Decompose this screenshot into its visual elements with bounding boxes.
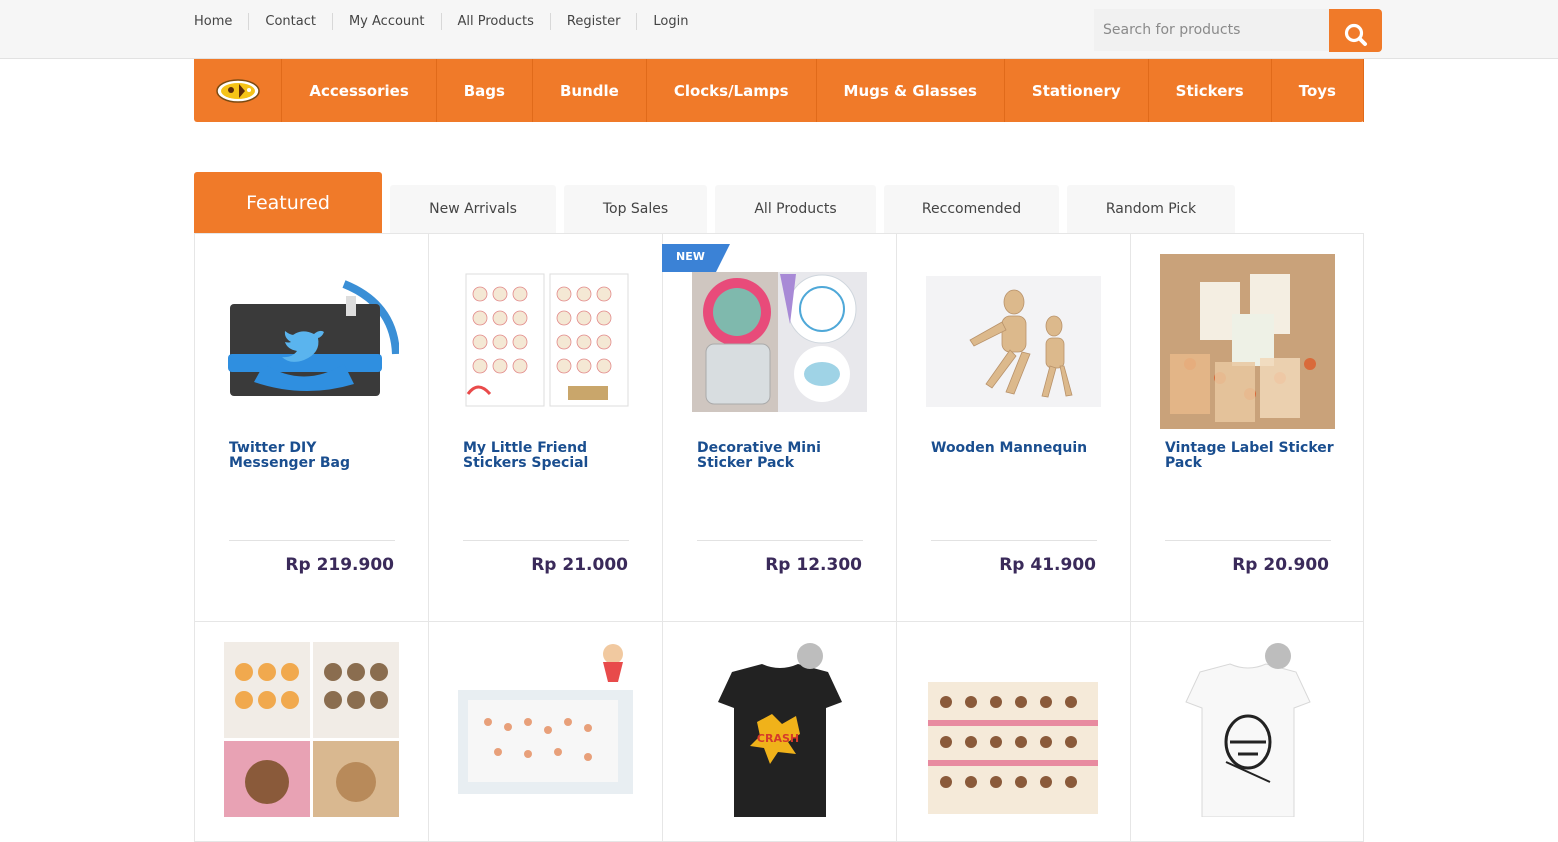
top-links: Home Contact My Account All Products Reg… (194, 13, 705, 30)
product-name[interactable]: Wooden Mannequin (931, 441, 1101, 456)
divider (229, 540, 395, 541)
link-login[interactable]: Login (636, 13, 704, 30)
product-card[interactable]: Wooden Mannequin Rp 41.900 (896, 234, 1130, 622)
divider (463, 540, 629, 541)
product-card[interactable]: CRASH (662, 622, 896, 842)
product-name[interactable]: Vintage Label Sticker Pack (1165, 441, 1335, 471)
tab-top-sales[interactable]: Top Sales (564, 185, 707, 233)
tab-reccomended[interactable]: Reccomended (884, 185, 1059, 233)
product-image[interactable] (458, 642, 633, 817)
link-all-products[interactable]: All Products (440, 13, 550, 30)
nav-bags[interactable]: Bags (437, 59, 533, 122)
link-register[interactable]: Register (549, 13, 637, 30)
product-image[interactable] (458, 254, 633, 429)
product-card[interactable]: My Little Friend Stickers Special Rp 21.… (428, 234, 662, 622)
product-card[interactable]: Vintage Label Sticker Pack Rp 20.900 (1130, 234, 1364, 622)
product-image[interactable]: CRASH (692, 642, 867, 817)
top-bar: Home Contact My Account All Products Reg… (0, 0, 1558, 59)
logo[interactable] (194, 59, 283, 122)
divider (931, 540, 1097, 541)
divider (697, 540, 863, 541)
tab-all-products[interactable]: All Products (715, 185, 876, 233)
svg-text:CRASH: CRASH (757, 732, 799, 745)
product-card[interactable] (896, 622, 1130, 842)
nav-mugs-glasses[interactable]: Mugs & Glasses (817, 59, 1005, 122)
product-image[interactable] (224, 254, 399, 429)
search-input[interactable] (1094, 9, 1330, 51)
divider (1165, 540, 1331, 541)
logo-icon (215, 78, 260, 103)
product-price: Rp 20.900 (1232, 555, 1329, 575)
nav-clocks-lamps[interactable]: Clocks/Lamps (647, 59, 817, 122)
nav-toys[interactable]: Toys (1272, 59, 1364, 122)
product-price: Rp 219.900 (285, 555, 394, 575)
product-card[interactable] (1130, 622, 1364, 842)
product-image[interactable] (1160, 254, 1335, 429)
nav-bundle[interactable]: Bundle (533, 59, 647, 122)
product-card[interactable] (428, 622, 662, 842)
product-name[interactable]: My Little Friend Stickers Special (463, 441, 633, 471)
nav-accessories[interactable]: Accessories (282, 59, 437, 122)
nav-stickers[interactable]: Stickers (1149, 59, 1272, 122)
product-price: Rp 12.300 (765, 555, 862, 575)
link-my-account[interactable]: My Account (331, 13, 441, 30)
product-image[interactable] (692, 254, 867, 429)
tab-new-arrivals[interactable]: New Arrivals (390, 185, 556, 233)
link-home[interactable]: Home (194, 13, 248, 30)
product-image[interactable] (224, 642, 399, 817)
category-nav: Accessories Bags Bundle Clocks/Lamps Mug… (194, 59, 1364, 122)
tab-random-pick[interactable]: Random Pick (1067, 185, 1235, 233)
product-image[interactable] (926, 254, 1101, 429)
tab-featured[interactable]: Featured (194, 172, 382, 233)
product-card[interactable] (194, 622, 428, 842)
product-card[interactable]: Twitter DIY Messenger Bag Rp 219.900 (194, 234, 428, 622)
product-price: Rp 41.900 (999, 555, 1096, 575)
product-price: Rp 21.000 (531, 555, 628, 575)
search-icon (1344, 23, 1367, 46)
product-card[interactable]: NEW Decorative Mini Sticker Pack Rp 12.3… (662, 234, 896, 622)
product-name[interactable]: Twitter DIY Messenger Bag (229, 441, 399, 471)
product-image[interactable] (926, 642, 1101, 817)
product-grid: Twitter DIY Messenger Bag Rp 219.900 My … (194, 233, 1364, 842)
product-image[interactable] (1160, 642, 1335, 817)
search-button[interactable] (1329, 9, 1382, 52)
product-tabs: Featured New Arrivals Top Sales All Prod… (194, 172, 1364, 233)
link-contact[interactable]: Contact (248, 13, 332, 30)
search-box (1094, 9, 1382, 52)
nav-stationery[interactable]: Stationery (1005, 59, 1149, 122)
product-name[interactable]: Decorative Mini Sticker Pack (697, 441, 867, 471)
